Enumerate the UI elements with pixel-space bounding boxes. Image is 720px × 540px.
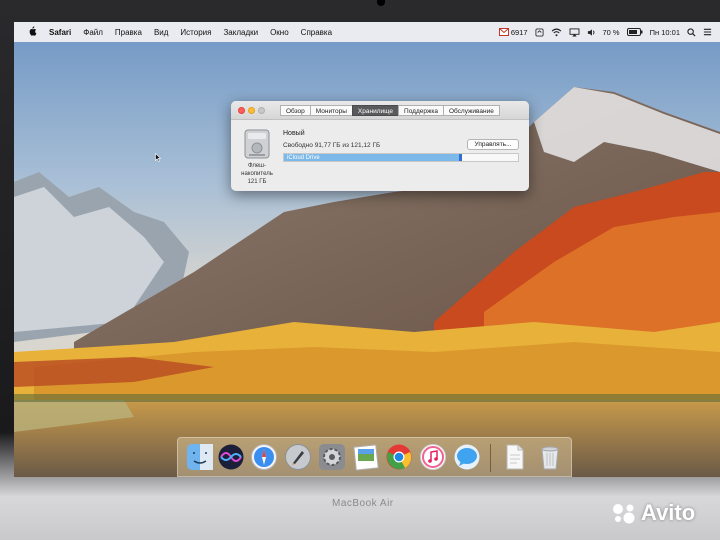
document-icon[interactable] bbox=[500, 443, 528, 471]
storage-segment-marker bbox=[458, 154, 462, 161]
tab-support[interactable]: Поддержка bbox=[398, 105, 444, 116]
about-this-mac-window: Обзор Мониторы Хранилище Поддержка Обслу… bbox=[231, 101, 529, 191]
avito-watermark: Avito bbox=[612, 500, 695, 526]
menu-history[interactable]: История bbox=[174, 28, 217, 37]
itunes-icon[interactable] bbox=[419, 443, 447, 471]
mail-icon bbox=[498, 28, 509, 36]
tab-displays[interactable]: Мониторы bbox=[309, 105, 353, 116]
wifi-icon[interactable] bbox=[551, 28, 562, 37]
drive-label-line2: накопитель bbox=[241, 171, 273, 177]
disk-free-space: Свободно 91,77 ГБ из 121,12 ГБ bbox=[283, 142, 381, 149]
notification-center-icon[interactable] bbox=[703, 28, 712, 36]
drive-label: Флеш- накопитель 121 ГБ bbox=[233, 162, 281, 186]
menu-window[interactable]: Окно bbox=[264, 28, 295, 37]
menu-bookmarks[interactable]: Закладки bbox=[217, 28, 264, 37]
screen: Safari Файл Правка Вид История Закладки … bbox=[14, 22, 720, 477]
finder-icon[interactable] bbox=[186, 443, 214, 471]
window-titlebar[interactable]: Обзор Мониторы Хранилище Поддержка Обслу… bbox=[231, 101, 529, 120]
app-menu[interactable]: Safari bbox=[43, 28, 77, 37]
storage-usage-bar: iCloud Drive bbox=[283, 153, 519, 162]
apple-menu[interactable] bbox=[22, 26, 43, 38]
tab-service[interactable]: Обслуживание bbox=[442, 105, 500, 116]
preview-icon[interactable] bbox=[352, 443, 380, 471]
close-button[interactable] bbox=[238, 107, 245, 114]
system-preferences-icon[interactable] bbox=[318, 443, 346, 471]
spotlight-icon[interactable] bbox=[687, 27, 696, 37]
mail-status[interactable]: 6917 bbox=[498, 27, 528, 37]
camera bbox=[377, 0, 385, 6]
avito-logo-icon bbox=[613, 504, 635, 524]
menu-help[interactable]: Справка bbox=[295, 28, 338, 37]
battery-icon[interactable] bbox=[626, 28, 643, 36]
zoom-button[interactable] bbox=[258, 107, 265, 114]
mouse-cursor-icon bbox=[155, 153, 161, 162]
storage-segment-label: iCloud Drive bbox=[287, 155, 320, 161]
menubar-clock[interactable]: Пн 10:01 bbox=[650, 28, 680, 37]
volume-icon[interactable] bbox=[587, 28, 596, 37]
macbook-model-label: MacBook Air bbox=[332, 498, 394, 509]
battery-percent[interactable]: 70 % bbox=[603, 28, 620, 37]
laptop-bezel: Safari Файл Правка Вид История Закладки … bbox=[0, 0, 720, 540]
trash-icon[interactable] bbox=[536, 443, 564, 471]
manage-button[interactable]: Управлять... bbox=[467, 139, 519, 150]
safari-icon[interactable] bbox=[250, 443, 278, 471]
siri-icon[interactable] bbox=[217, 443, 245, 471]
minimize-button[interactable] bbox=[248, 107, 255, 114]
launchpad-icon[interactable] bbox=[284, 443, 312, 471]
avito-watermark-text: Avito bbox=[641, 500, 696, 525]
tab-storage[interactable]: Хранилище bbox=[351, 105, 400, 116]
menu-view[interactable]: Вид bbox=[148, 28, 174, 37]
flash-drive-icon bbox=[244, 129, 270, 159]
apple-icon bbox=[29, 26, 37, 36]
tab-overview[interactable]: Обзор bbox=[280, 105, 311, 116]
disk-name: Новый bbox=[283, 130, 305, 137]
drive-label-line1: Флеш- bbox=[247, 163, 266, 169]
menu-file[interactable]: Файл bbox=[77, 28, 109, 37]
desktop-wallpaper bbox=[14, 22, 720, 477]
menu-edit[interactable]: Правка bbox=[109, 28, 148, 37]
tab-bar: Обзор Мониторы Хранилище Поддержка Обслу… bbox=[280, 105, 500, 116]
messages-icon[interactable] bbox=[453, 443, 481, 471]
dock-separator bbox=[490, 444, 491, 472]
menu-bar: Safari Файл Правка Вид История Закладки … bbox=[14, 22, 720, 42]
airplay-icon[interactable] bbox=[569, 27, 580, 37]
mail-count: 6917 bbox=[510, 27, 528, 37]
drive-capacity: 121 ГБ bbox=[247, 179, 267, 185]
menu-extra-icon[interactable] bbox=[534, 27, 544, 37]
dock bbox=[177, 437, 572, 477]
chrome-icon[interactable] bbox=[385, 443, 413, 471]
